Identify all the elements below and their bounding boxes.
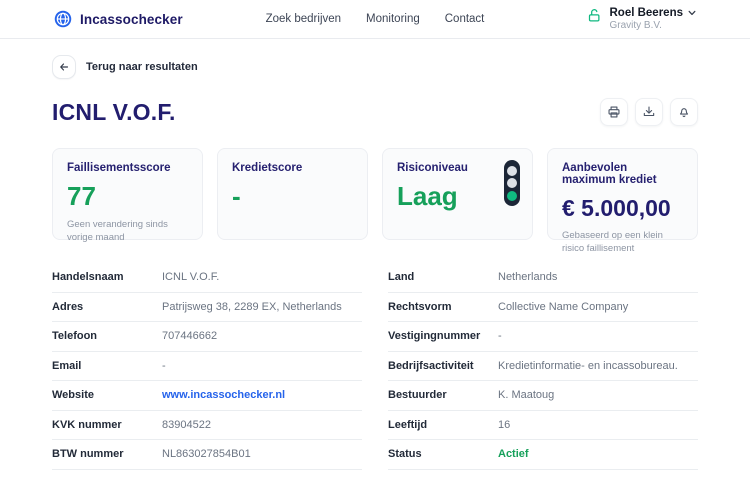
nav-zoek-bedrijven[interactable]: Zoek bedrijven: [266, 13, 341, 25]
table-row-leeftijd: Leeftijd 16: [388, 411, 698, 441]
page-content: Terug naar resultaten ICNL V.O.F.: [0, 39, 750, 470]
traffic-light-red-off: [507, 166, 517, 176]
details-right-column: Land Netherlands Rechtsvorm Collective N…: [388, 263, 698, 470]
table-row-btw-nummer: BTW nummer NL863027854B01: [52, 440, 362, 470]
card-label: Risiconiveau: [397, 162, 518, 174]
lock-open-icon: [587, 8, 602, 23]
back-label: Terug naar resultaten: [86, 61, 198, 73]
table-row-bedrijfsactiviteit: Bedrijfsactiviteit Kredietinformatie- en…: [388, 352, 698, 382]
table-row-adres: Adres Patrijsweg 38, 2289 EX, Netherland…: [52, 293, 362, 323]
detail-label: Vestigingnummer: [388, 330, 498, 342]
detail-value: 16: [498, 419, 698, 431]
traffic-light-green-on: [507, 191, 517, 201]
website-link[interactable]: www.incassochecker.nl: [162, 389, 362, 401]
traffic-light-amber-off: [507, 178, 517, 188]
user-menu[interactable]: Roel Beerens Gravity B.V.: [587, 6, 696, 33]
detail-label: Status: [388, 448, 498, 460]
bell-icon: [677, 105, 691, 119]
detail-label: BTW nummer: [52, 448, 162, 460]
table-row-rechtsvorm: Rechtsvorm Collective Name Company: [388, 293, 698, 323]
card-subtext: Geen verandering sinds vorige maand: [67, 218, 188, 245]
card-value: 77: [67, 183, 188, 209]
detail-value: K. Maatoug: [498, 389, 698, 401]
card-subtext: Gebaseerd op een klein risico failliseme…: [562, 229, 683, 256]
print-button[interactable]: [600, 98, 628, 126]
detail-value: 707446662: [162, 330, 362, 342]
card-kredietscore: Kredietscore -: [217, 148, 368, 240]
detail-label: Rechtsvorm: [388, 301, 498, 313]
card-value: Laag: [397, 183, 518, 209]
table-row-telefoon: Telefoon 707446662: [52, 322, 362, 352]
nav-monitoring[interactable]: Monitoring: [366, 13, 420, 25]
details-left-column: Handelsnaam ICNL V.O.F. Adres Patrijsweg…: [52, 263, 362, 470]
card-value: -: [232, 183, 353, 209]
detail-label: Email: [52, 360, 162, 372]
detail-label: KVK nummer: [52, 419, 162, 431]
download-icon: [642, 105, 656, 119]
title-row: ICNL V.O.F.: [52, 98, 698, 126]
brand-logo[interactable]: Incassochecker: [54, 10, 183, 28]
table-row-kvk-nummer: KVK nummer 83904522: [52, 411, 362, 441]
arrow-left-icon: [58, 61, 70, 73]
detail-label: Leeftijd: [388, 419, 498, 431]
detail-label: Bedrijfsactiviteit: [388, 360, 498, 372]
table-row-handelsnaam: Handelsnaam ICNL V.O.F.: [52, 263, 362, 293]
detail-value: Collective Name Company: [498, 301, 698, 313]
detail-label: Adres: [52, 301, 162, 313]
card-label: Kredietscore: [232, 162, 353, 174]
detail-label: Telefoon: [52, 330, 162, 342]
card-label: Faillisementsscore: [67, 162, 188, 174]
detail-value: Netherlands: [498, 271, 698, 283]
brand-name: Incassochecker: [80, 12, 183, 27]
download-button[interactable]: [635, 98, 663, 126]
card-label: Aanbevolen maximum krediet: [562, 162, 683, 186]
detail-value: ICNL V.O.F.: [162, 271, 362, 283]
detail-label: Website: [52, 389, 162, 401]
detail-value: NL863027854B01: [162, 448, 362, 460]
table-row-status: Status Actief: [388, 440, 698, 470]
card-risiconiveau: Risiconiveau Laag: [382, 148, 533, 240]
table-row-email: Email -: [52, 352, 362, 382]
notifications-button[interactable]: [670, 98, 698, 126]
detail-value: 83904522: [162, 419, 362, 431]
detail-label: Land: [388, 271, 498, 283]
user-company: Gravity B.V.: [609, 20, 696, 33]
printer-icon: [607, 105, 621, 119]
detail-label: Handelsnaam: [52, 271, 162, 283]
detail-value: -: [162, 360, 362, 372]
table-row-website: Website www.incassochecker.nl: [52, 381, 362, 411]
back-arrow-button[interactable]: [52, 55, 76, 79]
traffic-light-icon: [504, 160, 520, 206]
nav-contact[interactable]: Contact: [445, 13, 485, 25]
table-row-vestigingnummer: Vestigingnummer -: [388, 322, 698, 352]
status-value: Actief: [498, 448, 698, 460]
table-row-bestuurder: Bestuurder K. Maatoug: [388, 381, 698, 411]
title-actions: [600, 98, 698, 126]
detail-value: Patrijsweg 38, 2289 EX, Netherlands: [162, 301, 362, 313]
detail-value: Kredietinformatie- en incassobureau.: [498, 360, 698, 372]
detail-value: -: [498, 330, 698, 342]
main-nav: Zoek bedrijven Monitoring Contact: [266, 13, 485, 25]
user-name: Roel Beerens: [609, 6, 683, 20]
chevron-down-icon: [688, 9, 696, 17]
card-aanbevolen-krediet: Aanbevolen maximum krediet € 5.000,00 Ge…: [547, 148, 698, 240]
globe-icon: [54, 10, 72, 28]
card-value: € 5.000,00: [562, 197, 683, 220]
user-text: Roel Beerens Gravity B.V.: [609, 6, 696, 33]
stat-cards: Faillisementsscore 77 Geen verandering s…: [52, 148, 698, 240]
back-link[interactable]: Terug naar resultaten: [52, 55, 198, 79]
page-title: ICNL V.O.F.: [52, 99, 176, 126]
card-faillisementsscore: Faillisementsscore 77 Geen verandering s…: [52, 148, 203, 240]
table-row-land: Land Netherlands: [388, 263, 698, 293]
top-nav-bar: Incassochecker Zoek bedrijven Monitoring…: [0, 0, 750, 39]
detail-label: Bestuurder: [388, 389, 498, 401]
company-details: Handelsnaam ICNL V.O.F. Adres Patrijsweg…: [52, 263, 698, 470]
